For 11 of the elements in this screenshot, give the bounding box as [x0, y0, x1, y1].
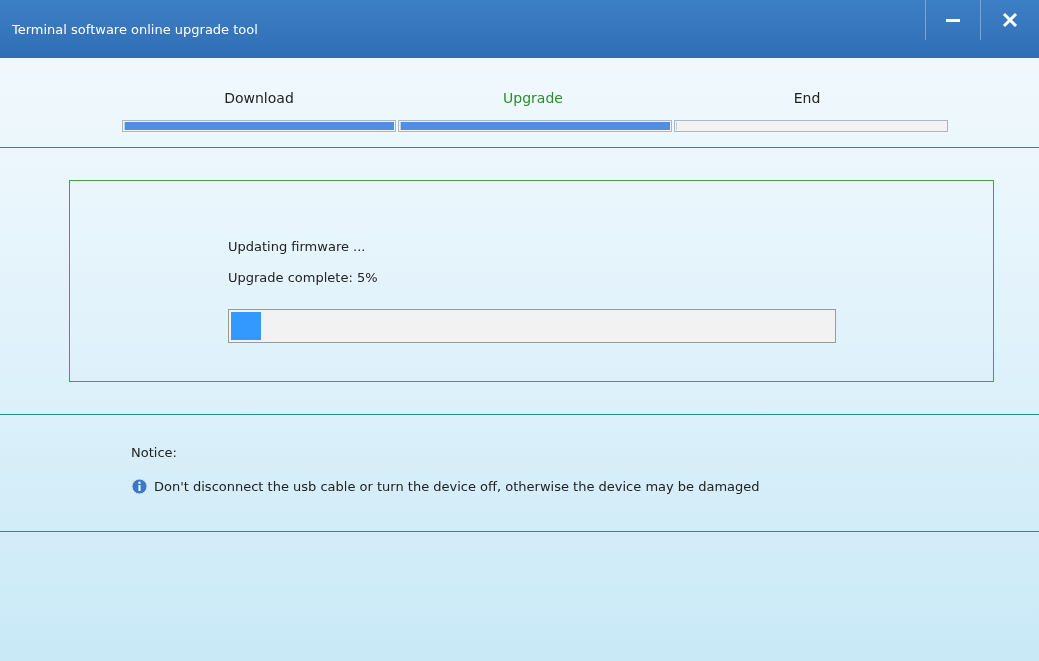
status-message: Updating firmware ... [228, 239, 367, 254]
close-icon [1002, 12, 1018, 28]
step-label: Upgrade [502, 90, 564, 106]
step-label: End [792, 90, 822, 106]
minimize-icon [946, 18, 960, 22]
window-title: Terminal software online upgrade tool [12, 21, 259, 37]
notice-message: Don't disconnect the usb cable or turn the device off, otherwise the device may be damaged [154, 479, 760, 494]
info-icon [131, 478, 148, 495]
step-label: Download [223, 90, 295, 106]
notice-title: Notice: [131, 445, 177, 460]
progress-text: Upgrade complete: 5% [228, 270, 379, 285]
